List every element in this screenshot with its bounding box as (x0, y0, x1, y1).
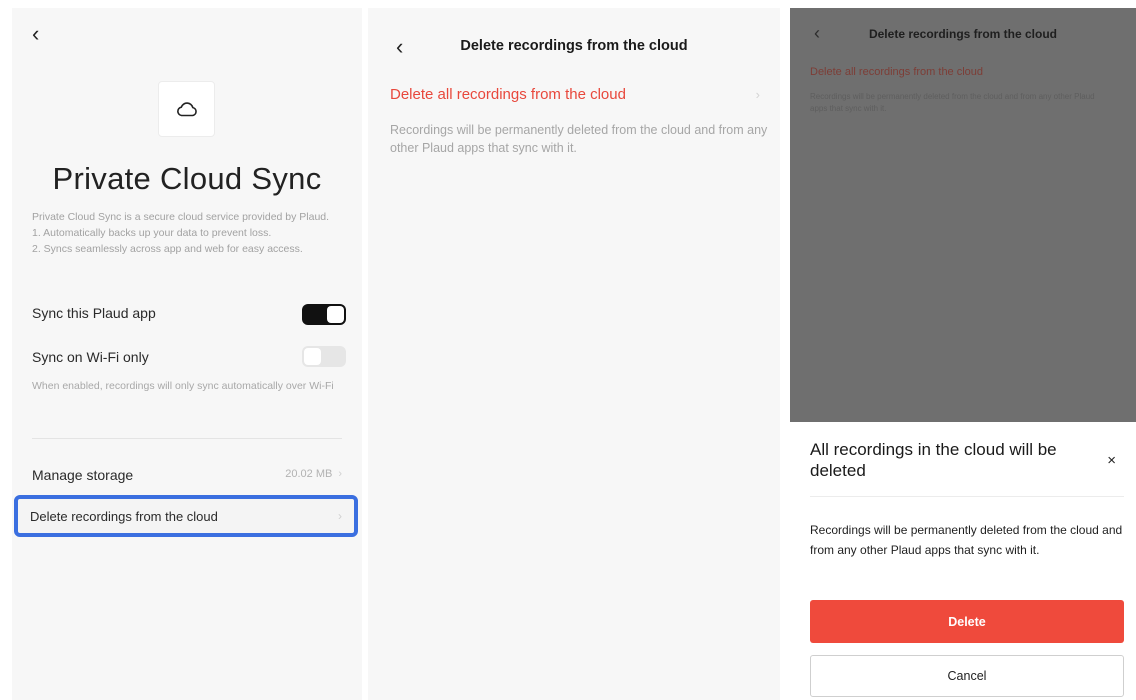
cloud-icon-tile (158, 81, 215, 137)
description-line: Private Cloud Sync is a secure cloud ser… (32, 211, 330, 223)
delete-recordings-screen: ‹ Delete recordings from the cloud Delet… (368, 8, 780, 700)
delete-confirmation-screen: ‹ Delete recordings from the cloud Delet… (790, 8, 1136, 700)
sync-wifi-label: Sync on Wi-Fi only (32, 349, 149, 365)
delete-description: Recordings will be permanently deleted f… (810, 92, 1095, 113)
service-description: Private Cloud Sync is a secure cloud ser… (32, 209, 348, 257)
sync-wifi-toggle[interactable] (302, 346, 346, 367)
page-title: Delete recordings from the cloud (868, 27, 1058, 41)
chevron-right-icon: › (338, 509, 342, 523)
delete-recordings-label: Delete recordings from the cloud (30, 509, 218, 524)
back-icon[interactable]: ‹ (32, 23, 39, 45)
delete-button[interactable]: Delete (810, 600, 1124, 643)
divider (810, 496, 1124, 497)
wifi-note: When enabled, recordings will only sync … (32, 380, 334, 392)
sync-app-toggle[interactable] (302, 304, 346, 325)
dialog-message: Recordings will be permanently deleted f… (810, 523, 1123, 557)
cancel-button[interactable]: Cancel (810, 655, 1124, 697)
confirm-delete-sheet: All recordings in the cloud will be dele… (790, 422, 1136, 700)
manage-storage-label[interactable]: Manage storage (32, 467, 133, 483)
dimmed-overlay[interactable]: ‹ Delete recordings from the cloud Delet… (790, 8, 1136, 422)
storage-usage[interactable]: 20.02 MB › (285, 468, 342, 480)
page-title: Private Cloud Sync (52, 161, 322, 196)
description-line: 2. Syncs seamlessly across app and web f… (32, 243, 303, 255)
toggle-knob (327, 306, 344, 323)
toggle-knob (304, 348, 321, 365)
divider (32, 438, 342, 439)
page-title: Delete recordings from the cloud (460, 38, 688, 54)
delete-all-recordings-link[interactable]: Delete all recordings from the cloud (390, 86, 626, 103)
description-line: 1. Automatically backs up your data to p… (32, 227, 272, 239)
storage-value: 20.02 MB (285, 468, 333, 480)
delete-recordings-row[interactable]: Delete recordings from the cloud › (14, 495, 358, 537)
private-cloud-sync-screen: ‹ Private Cloud Sync Private Cloud Sync … (12, 8, 362, 700)
cloud-icon (176, 102, 197, 117)
dialog-title: All recordings in the cloud will be dele… (810, 440, 1057, 480)
chevron-right-icon[interactable]: › (756, 87, 760, 102)
close-icon[interactable]: × (1107, 452, 1116, 469)
delete-description: Recordings will be permanently deleted f… (390, 123, 768, 155)
delete-all-recordings-link: Delete all recordings from the cloud (810, 66, 984, 78)
chevron-right-icon: › (338, 468, 342, 480)
sync-app-label: Sync this Plaud app (32, 305, 156, 321)
